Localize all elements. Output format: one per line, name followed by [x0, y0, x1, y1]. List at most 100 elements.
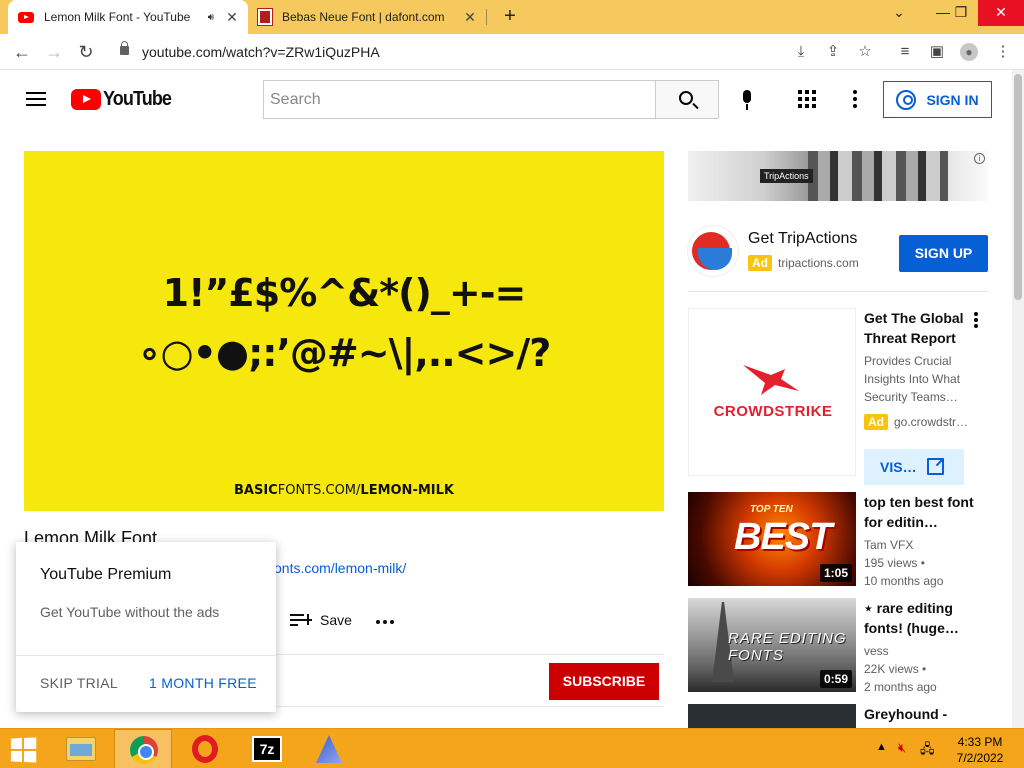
description-link[interactable]: onts.com/lemon-milk/ [274, 560, 406, 576]
microphone-icon [743, 90, 751, 103]
ad-banner-badge: TripActions [760, 169, 813, 183]
ad-banner-image [808, 151, 948, 201]
dafont-favicon-icon [257, 8, 273, 26]
taskbar-file-explorer[interactable] [52, 729, 110, 768]
opera-icon [192, 735, 218, 763]
tab-bebas-neue-dafont[interactable]: Bebas Neue Font | dafont.com ✕ [250, 0, 486, 34]
back-arrow-icon[interactable]: ← [10, 41, 34, 63]
skip-trial-button[interactable]: SKIP TRIAL [40, 675, 118, 691]
view-count: 22K views • [864, 662, 927, 676]
video-title[interactable]: Greyhound - [864, 704, 974, 724]
add-to-playlist-icon [290, 612, 312, 628]
thumbnail-text: BEST [734, 516, 832, 558]
ad-title[interactable]: Get TripActions [748, 230, 857, 248]
premium-heading: YouTube Premium [40, 566, 172, 583]
ad-info-icon[interactable]: i [974, 153, 985, 164]
video-thumbnail[interactable] [688, 704, 856, 728]
upload-age: 2 months ago [864, 680, 937, 694]
crowdstrike-logo-text: CROWDSTRIKE [713, 403, 833, 420]
tab-title: Lemon Milk Font - YouTube [44, 10, 191, 24]
ad-menu-icon[interactable] [974, 312, 978, 328]
search-input[interactable] [264, 81, 656, 118]
reload-icon[interactable]: ↻ [74, 41, 98, 63]
voice-search-button[interactable] [732, 84, 762, 114]
sign-up-button[interactable]: SIGN UP [899, 235, 988, 272]
side-panel-icon[interactable]: ▣ [928, 43, 946, 61]
page-scrollbar[interactable] [1012, 70, 1024, 728]
tripactions-logo[interactable] [688, 226, 738, 276]
save-button[interactable]: Save [290, 612, 352, 628]
youtube-masthead: YouTube SIGN IN [0, 70, 1024, 128]
view-count: 195 views • [864, 556, 925, 570]
clock-date: 7/2/2022 [956, 751, 1004, 765]
premium-text: Get YouTube without the ads [40, 604, 220, 620]
video-thumbnail[interactable]: RARE EDITING FONTS 0:59 [688, 598, 856, 692]
channel-name[interactable]: Tam VFX [864, 536, 974, 554]
start-button[interactable] [0, 729, 58, 768]
ad-badge: Ad [748, 255, 772, 271]
new-tab-button[interactable]: + [498, 4, 522, 28]
ad-domain: tripactions.com [778, 256, 859, 270]
video-watermark-url: BASICFONTS.COM/LEMON-MILK [234, 483, 454, 498]
tripactions-banner-ad[interactable]: TripActions i [688, 151, 988, 201]
taskbar-app[interactable] [300, 729, 358, 768]
sign-in-label: SIGN IN [926, 91, 979, 108]
lock-icon[interactable] [120, 41, 129, 55]
app-icon [316, 735, 342, 763]
save-label: Save [320, 612, 352, 628]
thumbnail-text: RARE EDITING FONTS [728, 630, 847, 664]
crowdstrike-ad-thumbnail[interactable]: CROWDSTRIKE [688, 308, 856, 476]
search-button[interactable] [655, 80, 719, 119]
tab-lemon-milk-youtube[interactable]: Lemon Milk Font - YouTube 🔊︎ ✕ [8, 0, 248, 34]
browser-menu-icon[interactable]: ⋮ [994, 43, 1012, 61]
ad-meta: Ad go.crowdstr… [864, 414, 968, 430]
youtube-logo[interactable]: YouTube [71, 88, 179, 111]
ad-title[interactable]: Get The Global Threat Report [864, 308, 968, 348]
taskbar-7zip[interactable]: 7z [238, 729, 296, 768]
video-title[interactable]: ⋆ rare editing fonts! (huge… [864, 598, 974, 638]
duration-badge: 1:05 [819, 564, 852, 582]
bookmark-star-icon[interactable]: ☆ [856, 43, 874, 61]
more-actions-icon[interactable] [376, 620, 394, 624]
youtube-wordmark: YouTube [103, 88, 172, 110]
sign-in-button[interactable]: SIGN IN [883, 81, 992, 118]
show-hidden-icons[interactable]: ▲ [876, 741, 887, 753]
profile-avatar-icon[interactable]: ● [960, 43, 978, 61]
external-link-icon [927, 458, 944, 475]
share-icon[interactable]: ⇪ [824, 43, 842, 61]
install-icon[interactable]: ⤓ [792, 43, 810, 61]
visit-site-button[interactable]: VIS… [864, 449, 964, 485]
close-window-button[interactable]: ✕ [978, 0, 1024, 26]
screen: Lemon Milk Font - YouTube 🔊︎ ✕ Bebas Neu… [0, 0, 1024, 768]
video-glyph-line-1: 1!”£$%^&*()_+-= [162, 271, 527, 315]
browser-toolbar: ← → ↻ youtube.com/watch?v=ZRw1iQuzPHA ⤓ … [0, 34, 1024, 70]
forward-arrow-icon[interactable]: → [42, 41, 66, 63]
hamburger-menu-icon[interactable] [26, 92, 46, 106]
volume-muted-icon[interactable]: 🔇︎ [898, 740, 906, 756]
video-title[interactable]: top ten best font for editin… [864, 492, 974, 532]
channel-name[interactable]: vess [864, 642, 974, 660]
media-control-icon[interactable]: ≡ [896, 43, 914, 61]
taskbar-chrome[interactable] [114, 729, 172, 768]
tab-search-icon[interactable]: ⌄ [882, 0, 916, 26]
subscribe-button[interactable]: SUBSCRIBE [549, 663, 659, 700]
address-bar[interactable]: youtube.com/watch?v=ZRw1iQuzPHA [108, 38, 888, 66]
video-thumbnail[interactable]: TOP TEN BEST 1:05 [688, 492, 856, 586]
scrollbar-thumb[interactable] [1014, 74, 1022, 300]
browser-tab-strip: Lemon Milk Font - YouTube 🔊︎ ✕ Bebas Neu… [0, 0, 1024, 34]
settings-kebab-icon[interactable] [853, 90, 857, 108]
close-tab-icon[interactable]: ✕ [460, 9, 480, 26]
one-month-free-button[interactable]: 1 MONTH FREE [149, 675, 257, 691]
speaker-icon[interactable]: 🔊︎ [208, 12, 214, 23]
video-player[interactable]: 1!”£$%^&*()_+-= ∘○•●;:’@#~\|,..<>/? BASI… [24, 151, 664, 511]
account-circle-icon [896, 89, 917, 110]
network-icon[interactable]: 🖧︎ [920, 740, 935, 762]
restore-button[interactable]: ❐ [944, 0, 978, 26]
url-text[interactable]: youtube.com/watch?v=ZRw1iQuzPHA [142, 44, 380, 60]
taskbar-opera[interactable] [176, 729, 234, 768]
taskbar-clock[interactable]: 4:33 PM 7/2/2022 [944, 734, 1016, 766]
divider [274, 654, 664, 655]
7zip-icon: 7z [252, 736, 282, 762]
close-tab-icon[interactable]: ✕ [222, 9, 242, 26]
apps-grid-icon[interactable] [798, 90, 816, 108]
